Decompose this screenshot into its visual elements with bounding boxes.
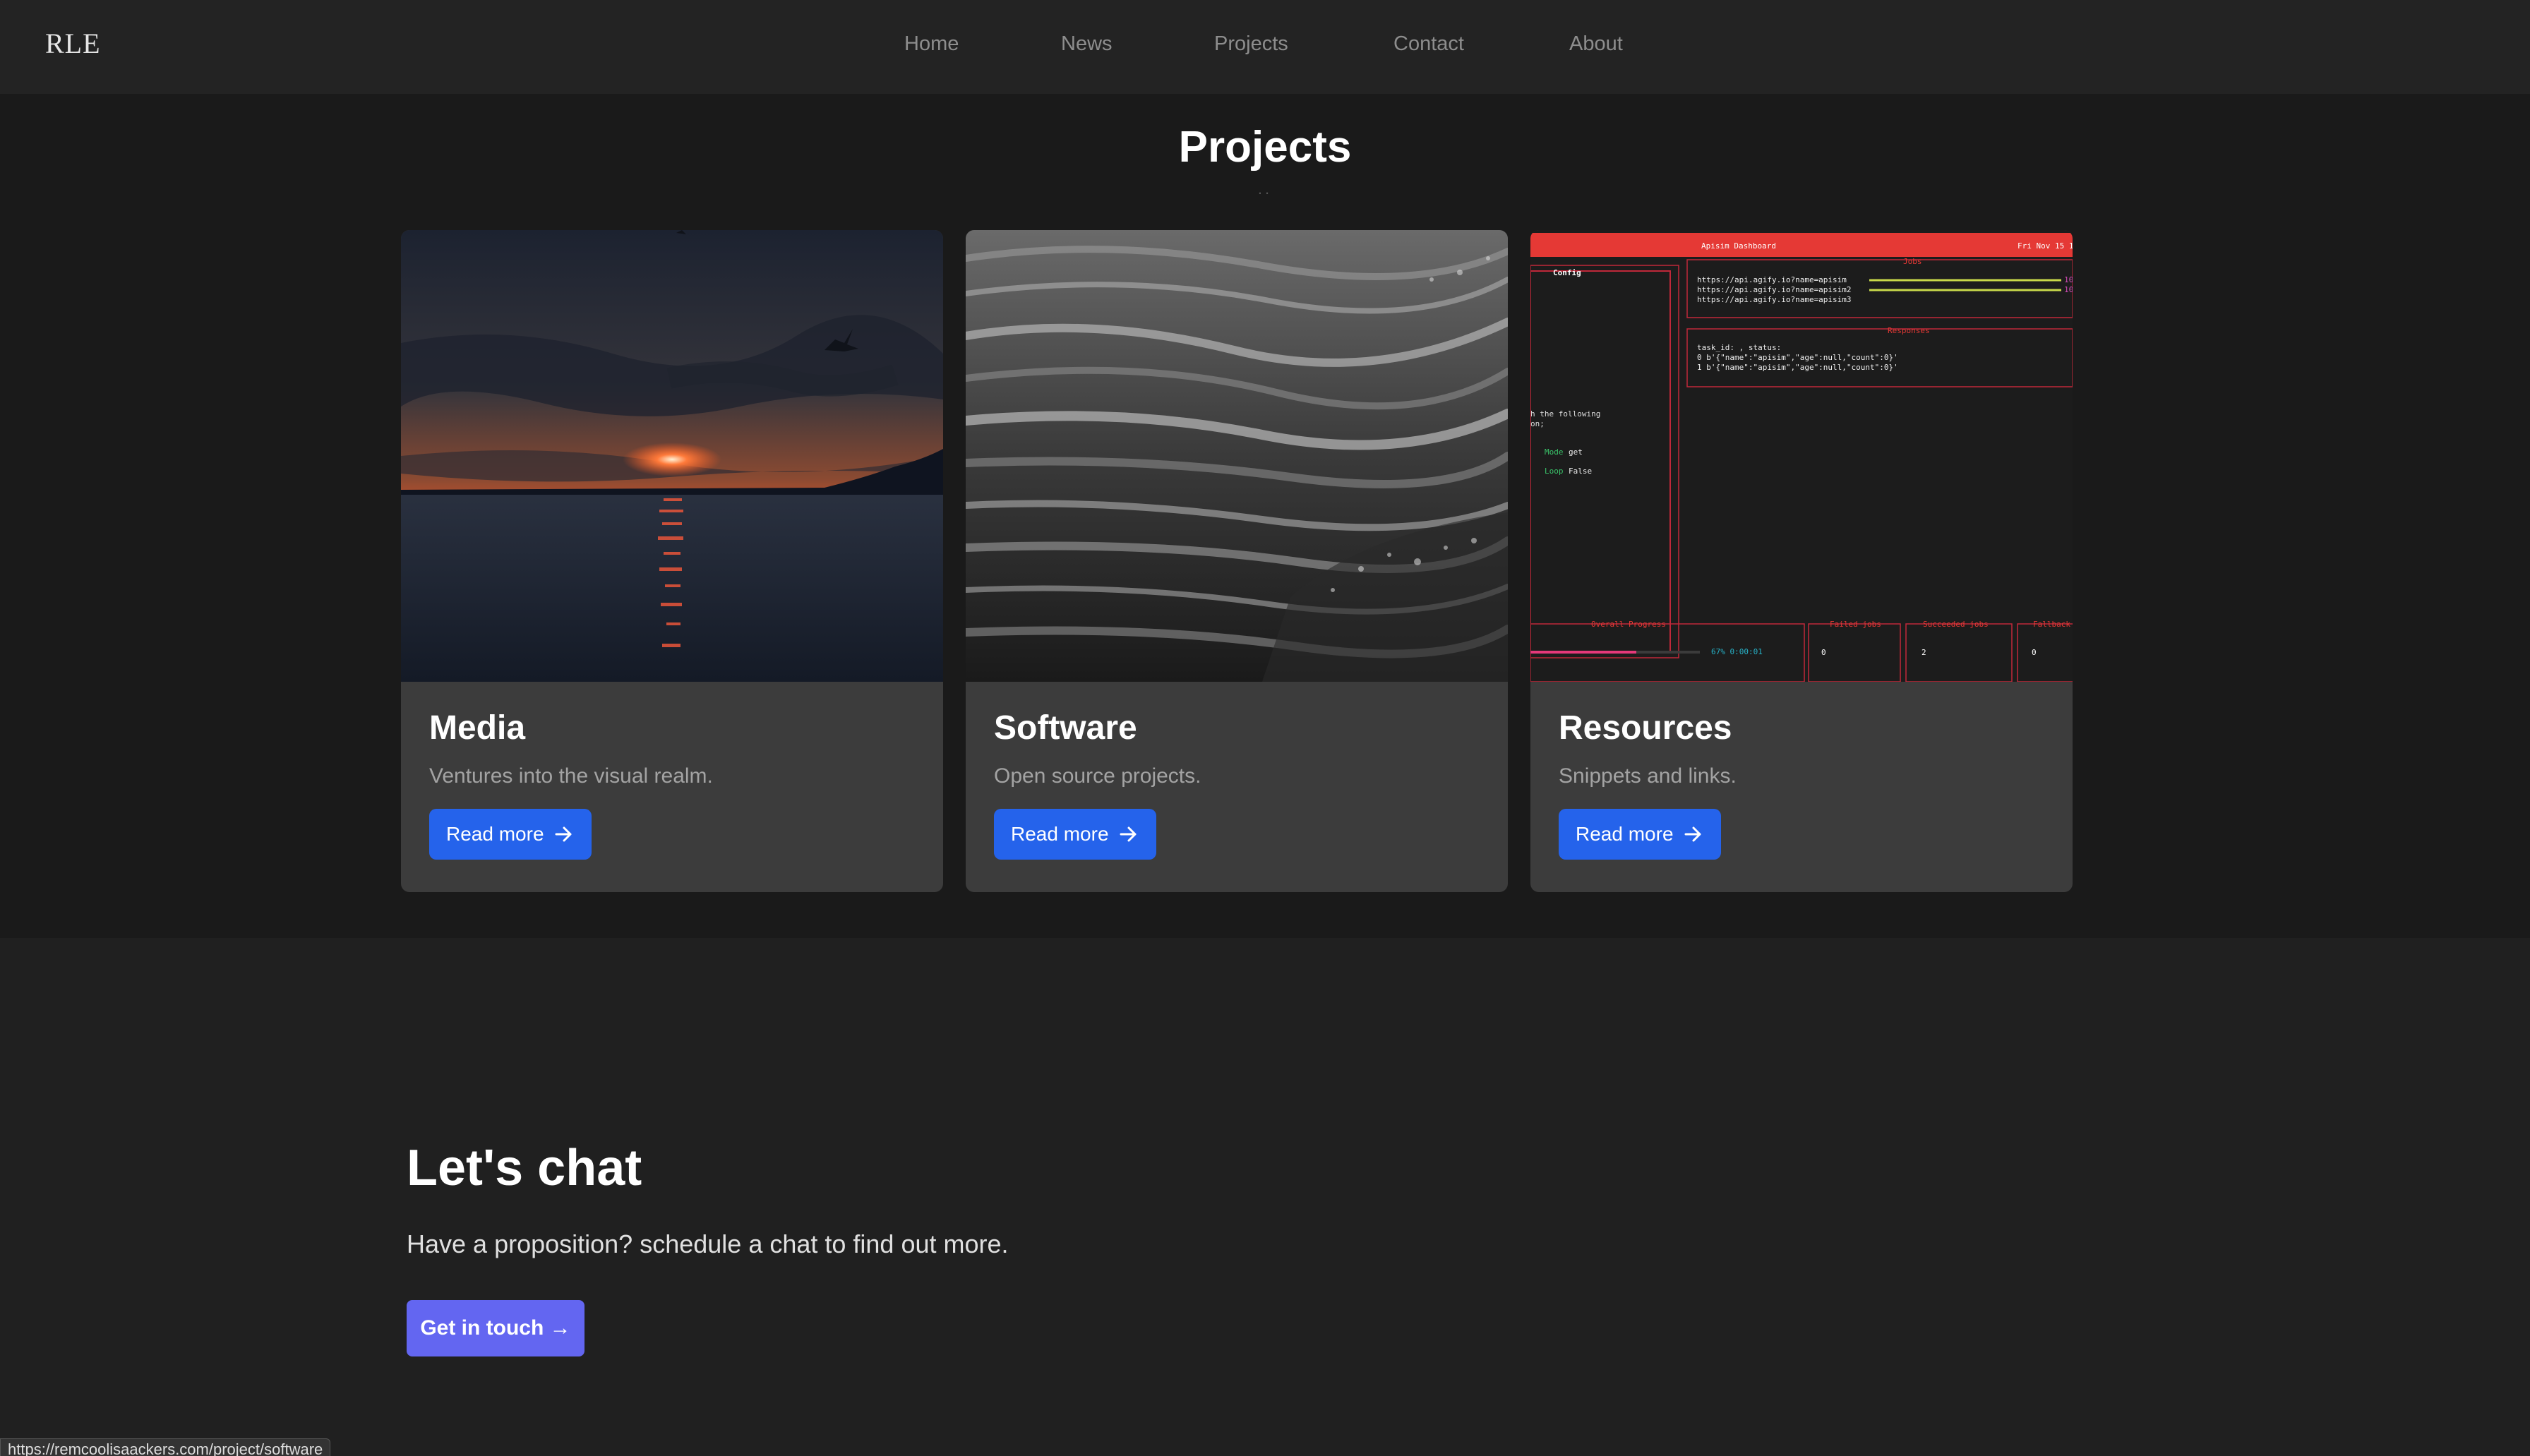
projects-section: Projects .. Media Ventures into the visu… [0, 94, 2530, 938]
card-title: Media [429, 709, 526, 747]
project-card-resources[interactable]: Apisim Dashboard Fri Nov 15 1 Config h t… [1530, 230, 2073, 892]
dashboard-date: Fri Nov 15 1 [2018, 241, 2073, 251]
svg-text:https://api.agify.io?name=apis: https://api.agify.io?name=apisim [1697, 275, 1847, 284]
button-label: Read more [1011, 823, 1109, 845]
svg-text:0: 0 [1821, 648, 1826, 657]
svg-text:Loop: Loop [1545, 467, 1564, 476]
svg-text:10: 10 [2064, 285, 2073, 294]
svg-text:10: 10 [2064, 275, 2073, 284]
arrow-right-icon [555, 826, 572, 842]
project-card-software[interactable]: Software Open source projects. Read more [966, 230, 1508, 892]
resources-dashboard-image[interactable]: Apisim Dashboard Fri Nov 15 1 Config h t… [1530, 230, 2073, 682]
read-more-button[interactable]: Read more [994, 809, 1156, 860]
svg-text:0 b'{"name":"apisim","age":nul: 0 b'{"name":"apisim","age":null,"count":… [1697, 353, 1898, 362]
top-navbar: RLE Home News Projects Contact About [0, 0, 2530, 94]
get-in-touch-button[interactable]: Get in touch → [407, 1300, 584, 1356]
chat-description: Have a proposition? schedule a chat to f… [407, 1229, 1009, 1258]
software-waves-image[interactable] [966, 230, 1508, 682]
link-preview-url: https://remcoolisaackers.com/project/sof… [0, 1438, 331, 1456]
main-nav: Home News Projects Contact About [0, 32, 2530, 61]
svg-text:2: 2 [1922, 648, 1926, 657]
svg-text:Mode: Mode [1545, 447, 1564, 457]
svg-text:Fallback: Fallback [2033, 620, 2070, 629]
read-more-button[interactable]: Read more [1559, 809, 1721, 860]
svg-text:0: 0 [2032, 648, 2037, 657]
card-title: Software [994, 709, 1137, 747]
svg-text:1 b'{"name":"apisim","age":nul: 1 b'{"name":"apisim","age":null,"count":… [1697, 363, 1898, 372]
svg-text:Overall Progress: Overall Progress [1591, 620, 1666, 629]
svg-text:Succeeded jobs: Succeeded jobs [1923, 620, 1989, 629]
card-description: Snippets and links. [1559, 764, 1737, 788]
svg-text:Failed jobs: Failed jobs [1830, 620, 1881, 629]
card-description: Ventures into the visual realm. [429, 764, 713, 788]
projects-heading: Projects [1178, 123, 1352, 172]
project-card-media[interactable]: Media Ventures into the visual realm. Re… [401, 230, 943, 892]
svg-text:task_id: , status:: task_id: , status: [1697, 343, 1781, 352]
card-description: Open source projects. [994, 764, 1201, 788]
nav-news[interactable]: News [1061, 32, 1113, 56]
card-title: Resources [1559, 709, 1732, 747]
svg-text:Responses: Responses [1888, 326, 1930, 335]
dashboard-title: Apisim Dashboard [1701, 241, 1776, 251]
nav-contact[interactable]: Contact [1393, 32, 1464, 56]
svg-text:67% 0:00:01: 67% 0:00:01 [1711, 647, 1763, 656]
svg-text:https://api.agify.io?name=apis: https://api.agify.io?name=apisim2 [1697, 285, 1852, 294]
svg-text:Jobs: Jobs [1903, 257, 1922, 266]
svg-text:get: get [1569, 447, 1583, 457]
button-label: Read more [1576, 823, 1674, 845]
svg-text:on;: on; [1530, 419, 1545, 428]
arrow-right-icon [1120, 826, 1137, 842]
svg-text:False: False [1569, 467, 1592, 476]
arrow-right-icon [1684, 826, 1701, 842]
media-sunset-image[interactable] [401, 230, 943, 682]
config-label: Config [1553, 268, 1581, 277]
nav-home[interactable]: Home [904, 32, 959, 56]
nav-about[interactable]: About [1569, 32, 1623, 56]
button-label: Read more [446, 823, 544, 845]
svg-text:https://api.agify.io?name=apis: https://api.agify.io?name=apisim3 [1697, 295, 1852, 304]
heading-decoration: .. [1257, 180, 1273, 198]
read-more-button[interactable]: Read more [429, 809, 592, 860]
chat-heading: Let's chat [407, 1140, 642, 1196]
svg-text:h the following: h the following [1530, 409, 1600, 419]
nav-projects[interactable]: Projects [1214, 32, 1288, 56]
